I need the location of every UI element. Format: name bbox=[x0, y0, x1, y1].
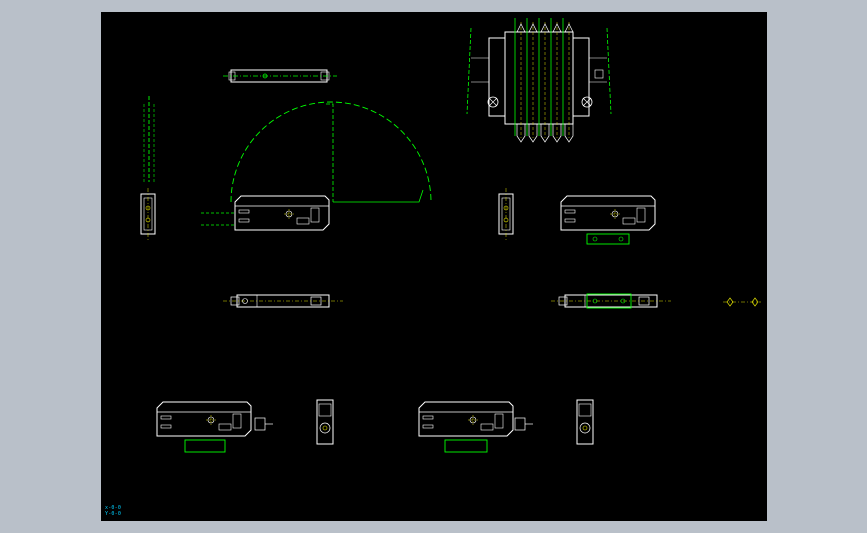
sensor-front-view-right[interactable] bbox=[560, 195, 656, 245]
coordinate-label-y: Y-0-0 bbox=[105, 511, 122, 517]
sensor-bottom-front-view-left[interactable] bbox=[156, 401, 273, 453]
mounting-hole-centerline[interactable] bbox=[723, 297, 761, 307]
drawing-viewport[interactable]: x-0-0 Y-0-0 bbox=[101, 12, 767, 521]
fiber-bundle-view[interactable] bbox=[466, 18, 612, 143]
sensor-bottom-end-view-right[interactable] bbox=[576, 399, 594, 445]
sensor-top-view-right[interactable] bbox=[550, 293, 672, 309]
sensor-bottom-end-view-left[interactable] bbox=[316, 399, 334, 445]
sensor-front-view-left[interactable] bbox=[201, 101, 432, 231]
sensor-top-view-left[interactable] bbox=[222, 294, 344, 308]
sensor-top-view-upper[interactable] bbox=[223, 69, 337, 83]
sensor-side-view-left[interactable] bbox=[140, 96, 156, 241]
cad-drawing[interactable] bbox=[101, 12, 767, 521]
sensor-bottom-front-view-right[interactable] bbox=[418, 401, 533, 453]
sensor-end-view-right[interactable] bbox=[498, 187, 514, 241]
